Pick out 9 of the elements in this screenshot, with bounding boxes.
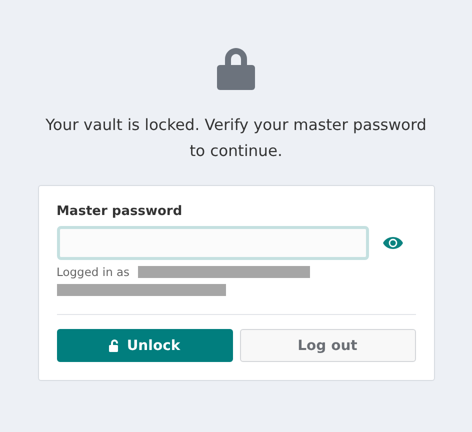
unlock-icon [108,339,120,352]
eye-icon[interactable] [382,236,402,250]
logged-in-label: Logged in as [56,265,130,279]
unlock-button[interactable]: Unlock [56,329,232,362]
field-label: Master password [56,204,184,219]
password-field[interactable] [56,226,368,260]
locked-message: Your vault is locked. Verify your master password to continue. [44,115,428,162]
log-out-button[interactable]: Log out [240,329,416,362]
lock-icon [217,46,255,90]
